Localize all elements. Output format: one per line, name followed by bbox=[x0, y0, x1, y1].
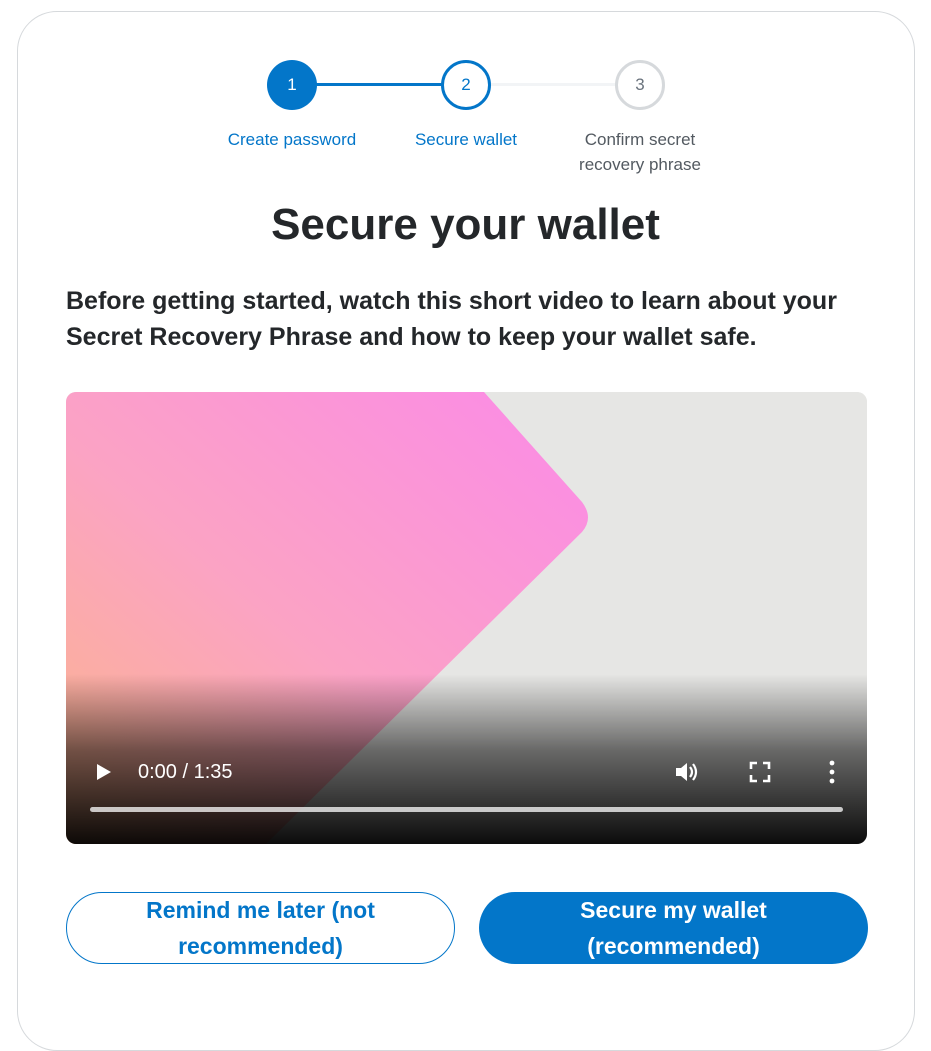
step-3-indicator: 3 bbox=[615, 60, 665, 110]
more-options-icon[interactable] bbox=[822, 759, 842, 785]
secure-my-wallet-button[interactable]: Secure my wallet (recommended) bbox=[479, 892, 868, 964]
video-progress-bar[interactable] bbox=[90, 807, 843, 812]
stepper-connector-complete bbox=[316, 83, 442, 86]
remind-me-later-button[interactable]: Remind me later (not recommended) bbox=[66, 892, 455, 964]
onboarding-stepper: 1 2 3 Create password Secure wallet Conf… bbox=[0, 0, 931, 180]
step-2-label: Secure wallet bbox=[414, 130, 518, 149]
srp-video-player[interactable]: 0:00 / 1:35 bbox=[66, 392, 867, 844]
play-icon[interactable] bbox=[94, 762, 114, 782]
fullscreen-icon[interactable] bbox=[749, 761, 771, 783]
volume-icon[interactable] bbox=[674, 760, 700, 784]
page-title: Secure your wallet bbox=[271, 200, 660, 249]
step-1-indicator: 1 bbox=[267, 60, 317, 110]
step-3-label: Confirm secret recovery phrase bbox=[579, 130, 701, 174]
page-description: Before getting started, watch this short… bbox=[66, 287, 837, 351]
step-2-indicator: 2 bbox=[441, 60, 491, 110]
step-1-label: Create password bbox=[227, 130, 357, 149]
video-time: 0:00 / 1:35 bbox=[138, 761, 233, 783]
video-controls-shade bbox=[66, 674, 867, 844]
stepper-connector-pending bbox=[490, 83, 616, 86]
